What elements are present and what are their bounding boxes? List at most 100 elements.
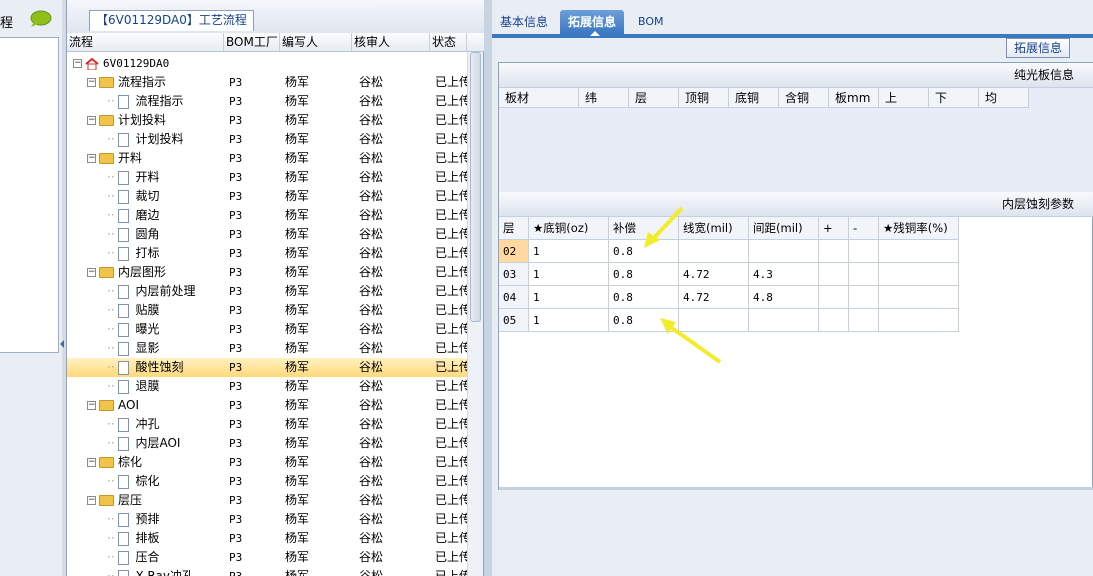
inner-etch-cell-spacing[interactable]: [749, 240, 819, 263]
tree-row[interactable]: ·· 裁切 P3 杨军 谷松 已上传: [67, 187, 467, 206]
tree-row[interactable]: ·· X-Ray冲孔 P3杨军 谷松 已上传: [67, 567, 467, 576]
inner-etch-cell-comp[interactable]: 0.8: [609, 309, 679, 332]
bare-board-column-header[interactable]: 下: [929, 88, 979, 108]
inner-etch-cell-base-cu[interactable]: 1: [529, 240, 609, 263]
speech-bubble-icon[interactable]: [28, 10, 52, 28]
inner-etch-cell-spacing[interactable]: 4.8: [749, 286, 819, 309]
inner-etch-cell-plus[interactable]: [819, 286, 849, 309]
column-header-author[interactable]: 编写人: [280, 33, 352, 52]
collapse-icon[interactable]: −: [87, 401, 96, 410]
tree-row[interactable]: ·· 磨边 P3 杨军 谷松 已上传: [67, 206, 467, 225]
column-header-process[interactable]: 流程: [67, 33, 224, 52]
tree-row[interactable]: ·· 贴膜 P3 杨军 谷松 已上传: [67, 301, 467, 320]
inner-etch-row[interactable]: 03 1 0.8 4.72 4.3: [499, 263, 959, 286]
collapse-icon[interactable]: −: [87, 496, 96, 505]
tree-row[interactable]: ·· 开料 P3 杨军 谷松 已上传: [67, 168, 467, 187]
tree-row[interactable]: ·· 冲孔 P3 杨军 谷松 已上传: [67, 415, 467, 434]
inner-etch-cell-width[interactable]: 4.72: [679, 286, 749, 309]
collapse-icon[interactable]: −: [87, 458, 96, 467]
tree-row[interactable]: ·· 圆角 P3 杨军 谷松 已上传: [67, 225, 467, 244]
collapse-icon[interactable]: −: [87, 268, 96, 277]
inner-etch-cell-base-cu[interactable]: 1: [529, 309, 609, 332]
inner-etch-cell-spacing[interactable]: 4.3: [749, 263, 819, 286]
column-header-status[interactable]: 状态: [430, 33, 467, 52]
tree-row[interactable]: ·· 曝光 P3 杨军 谷松 已上传: [67, 320, 467, 339]
bare-board-column-header[interactable]: 含铜: [779, 88, 829, 108]
tree-row[interactable]: − 流程指示 P3 杨军 谷松 已上传: [67, 73, 467, 92]
inner-etch-cell-base-cu[interactable]: 1: [529, 286, 609, 309]
bare-board-column-header[interactable]: 顶铜: [679, 88, 729, 108]
collapse-icon[interactable]: −: [87, 78, 96, 87]
tree-row[interactable]: − 计划投料 P3 杨军 谷松 已上传: [67, 111, 467, 130]
tree-row[interactable]: ·· 内层前处理 P3 杨军 谷松 已上传: [67, 282, 467, 301]
bare-board-column-header[interactable]: 板材: [499, 88, 579, 108]
bare-board-column-header[interactable]: 板mm: [829, 88, 879, 108]
tree-row[interactable]: ·· 棕化 P3 杨军 谷松 已上传: [67, 472, 467, 491]
tree-row[interactable]: ·· 压合 P3 杨军 谷松 已上传: [67, 548, 467, 567]
tree-row[interactable]: ·· 酸性蚀刻 P3 杨军 谷松 已上传: [67, 358, 467, 377]
collapse-icon[interactable]: −: [87, 116, 96, 125]
inner-etch-column-header[interactable]: 间距(mil): [749, 217, 819, 240]
inner-etch-cell-plus[interactable]: [819, 263, 849, 286]
inner-etch-cell-plus[interactable]: [819, 240, 849, 263]
tree-row[interactable]: ·· 打标 P3 杨军 谷松 已上传: [67, 244, 467, 263]
tree-row[interactable]: − 棕化 P3 杨军 谷松 已上传: [67, 453, 467, 472]
inner-etch-column-header[interactable]: 线宽(mil): [679, 217, 749, 240]
collapse-icon[interactable]: −: [87, 154, 96, 163]
bare-board-column-header[interactable]: 上: [879, 88, 929, 108]
inner-etch-column-header[interactable]: -: [849, 217, 879, 240]
tree-row[interactable]: − 开料 P3 杨军 谷松 已上传: [67, 149, 467, 168]
extended-info-button[interactable]: 拓展信息: [1006, 38, 1070, 58]
tree-row[interactable]: ·· 流程指示 P3 杨军 谷松 已上传: [67, 92, 467, 111]
inner-etch-cell-plus[interactable]: [819, 309, 849, 332]
tree-row[interactable]: ·· 计划投料 P3 杨军 谷松 已上传: [67, 130, 467, 149]
bare-board-column-header[interactable]: 层: [629, 88, 679, 108]
inner-etch-cell-minus[interactable]: [849, 286, 879, 309]
inner-etch-cell-minus[interactable]: [849, 240, 879, 263]
inner-etch-cell-comp[interactable]: 0.8: [609, 286, 679, 309]
tree-row[interactable]: ·· 显影 P3 杨军 谷松 已上传: [67, 339, 467, 358]
column-header-bom[interactable]: BOM工厂: [224, 33, 280, 52]
pane-splitter[interactable]: [484, 0, 492, 576]
inner-etch-cell-residual[interactable]: [879, 309, 959, 332]
inner-etch-cell-spacing[interactable]: [749, 309, 819, 332]
inner-etch-cell-width[interactable]: [679, 240, 749, 263]
inner-etch-cell-residual[interactable]: [879, 286, 959, 309]
tree-row[interactable]: ·· 排板 P3 杨军 谷松 已上传: [67, 529, 467, 548]
tree-row[interactable]: ·· 退膜 P3 杨军 谷松 已上传: [67, 377, 467, 396]
inner-etch-cell-minus[interactable]: [849, 309, 879, 332]
tree-row[interactable]: ·· 内层AOI P3 杨军 谷松 已上传: [67, 434, 467, 453]
collapse-arrow-icon[interactable]: [60, 340, 64, 348]
inner-etch-cell-minus[interactable]: [849, 263, 879, 286]
bare-board-column-header[interactable]: 底铜: [729, 88, 779, 108]
inner-etch-row[interactable]: 05 1 0.8: [499, 309, 959, 332]
inner-etch-cell-residual[interactable]: [879, 263, 959, 286]
process-tree-title[interactable]: 【6V01129DA0】工艺流程: [89, 10, 254, 31]
tree-row[interactable]: − AOI P3 杨军 谷松 已上传: [67, 396, 467, 415]
inner-etch-cell-comp[interactable]: 0.8: [609, 240, 679, 263]
inner-etch-column-header[interactable]: 层: [499, 217, 529, 240]
tab-bom[interactable]: BOM: [630, 10, 672, 34]
tree-root-row[interactable]: − 6V01129DA0: [67, 54, 467, 73]
bare-board-column-header[interactable]: 均: [979, 88, 1029, 108]
tree-row[interactable]: − 内层图形 P3 杨军 谷松 已上传: [67, 263, 467, 282]
tree-row[interactable]: − 层压 P3 杨军 谷松 已上传: [67, 491, 467, 510]
inner-etch-cell-base-cu[interactable]: 1: [529, 263, 609, 286]
inner-etch-cell-width[interactable]: [679, 309, 749, 332]
inner-etch-column-header[interactable]: ★残铜率(%): [879, 217, 959, 240]
inner-etch-cell-residual[interactable]: [879, 240, 959, 263]
column-header-reviewer[interactable]: 核审人: [352, 33, 430, 52]
inner-etch-row[interactable]: 04 1 0.8 4.72 4.8: [499, 286, 959, 309]
collapse-icon[interactable]: −: [73, 59, 82, 68]
inner-etch-column-header[interactable]: ★底铜(oz): [529, 217, 609, 240]
tab-basic-info[interactable]: 基本信息: [492, 10, 556, 34]
inner-etch-cell-width[interactable]: 4.72: [679, 263, 749, 286]
inner-etch-column-header[interactable]: 补偿: [609, 217, 679, 240]
inner-etch-row[interactable]: 02 1 0.8: [499, 240, 959, 263]
inner-etch-cell-comp[interactable]: 0.8: [609, 263, 679, 286]
tree-scrollbar[interactable]: [467, 52, 483, 576]
tree-row[interactable]: ·· 预排 P3 杨军 谷松 已上传: [67, 510, 467, 529]
inner-etch-column-header[interactable]: +: [819, 217, 849, 240]
bare-board-column-header[interactable]: 纬: [579, 88, 629, 108]
tree-scrollbar-thumb[interactable]: [470, 52, 481, 322]
